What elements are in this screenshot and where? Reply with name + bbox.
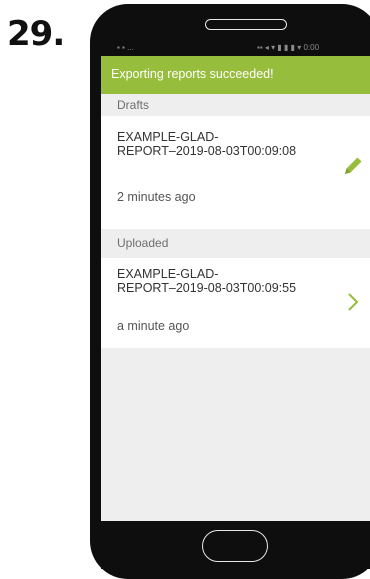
home-button[interactable]	[202, 530, 268, 562]
drafts-section-title: Drafts	[117, 98, 150, 112]
status-bar: ▪ ▪ ... ▪▪ ◂ ▾ ▮ ▮ ▮ ▾ 0:00	[101, 43, 370, 55]
draft-report-name: EXAMPLE-GLAD- REPORT–2019-08-03T00:09:08	[117, 130, 296, 158]
draft-report-name-line1: EXAMPLE-GLAD-	[117, 130, 219, 144]
pencil-edit-icon[interactable]	[342, 155, 364, 177]
drafts-section-header: Drafts	[101, 94, 370, 116]
status-bar-left: ▪ ▪ ...	[117, 43, 134, 52]
uploaded-section-title: Uploaded	[117, 236, 169, 250]
app-screen: Exporting reports succeeded! Drafts EXAM…	[101, 56, 370, 521]
phone-speaker	[205, 19, 287, 30]
draft-report-row[interactable]: EXAMPLE-GLAD- REPORT–2019-08-03T00:09:08…	[101, 116, 370, 229]
uploaded-section-header: Uploaded	[101, 229, 370, 258]
toast-message: Exporting reports succeeded!	[111, 67, 274, 81]
uploaded-report-row[interactable]: EXAMPLE-GLAD- REPORT–2019-08-03T00:09:55…	[101, 258, 370, 348]
draft-report-name-line2: REPORT–2019-08-03T00:09:08	[117, 144, 297, 158]
uploaded-report-name-line2: REPORT–2019-08-03T00:09:55	[117, 281, 297, 295]
step-number: 29.	[7, 14, 65, 54]
success-toast: Exporting reports succeeded!	[101, 56, 370, 94]
uploaded-report-time: a minute ago	[117, 319, 190, 333]
uploaded-report-name-line1: EXAMPLE-GLAD-	[117, 267, 219, 281]
draft-report-time: 2 minutes ago	[117, 190, 196, 204]
chevron-right-icon[interactable]	[346, 291, 360, 313]
status-bar-right: ▪▪ ◂ ▾ ▮ ▮ ▮ ▾ 0:00	[257, 43, 320, 52]
uploaded-report-name: EXAMPLE-GLAD- REPORT–2019-08-03T00:09:55	[117, 267, 296, 295]
